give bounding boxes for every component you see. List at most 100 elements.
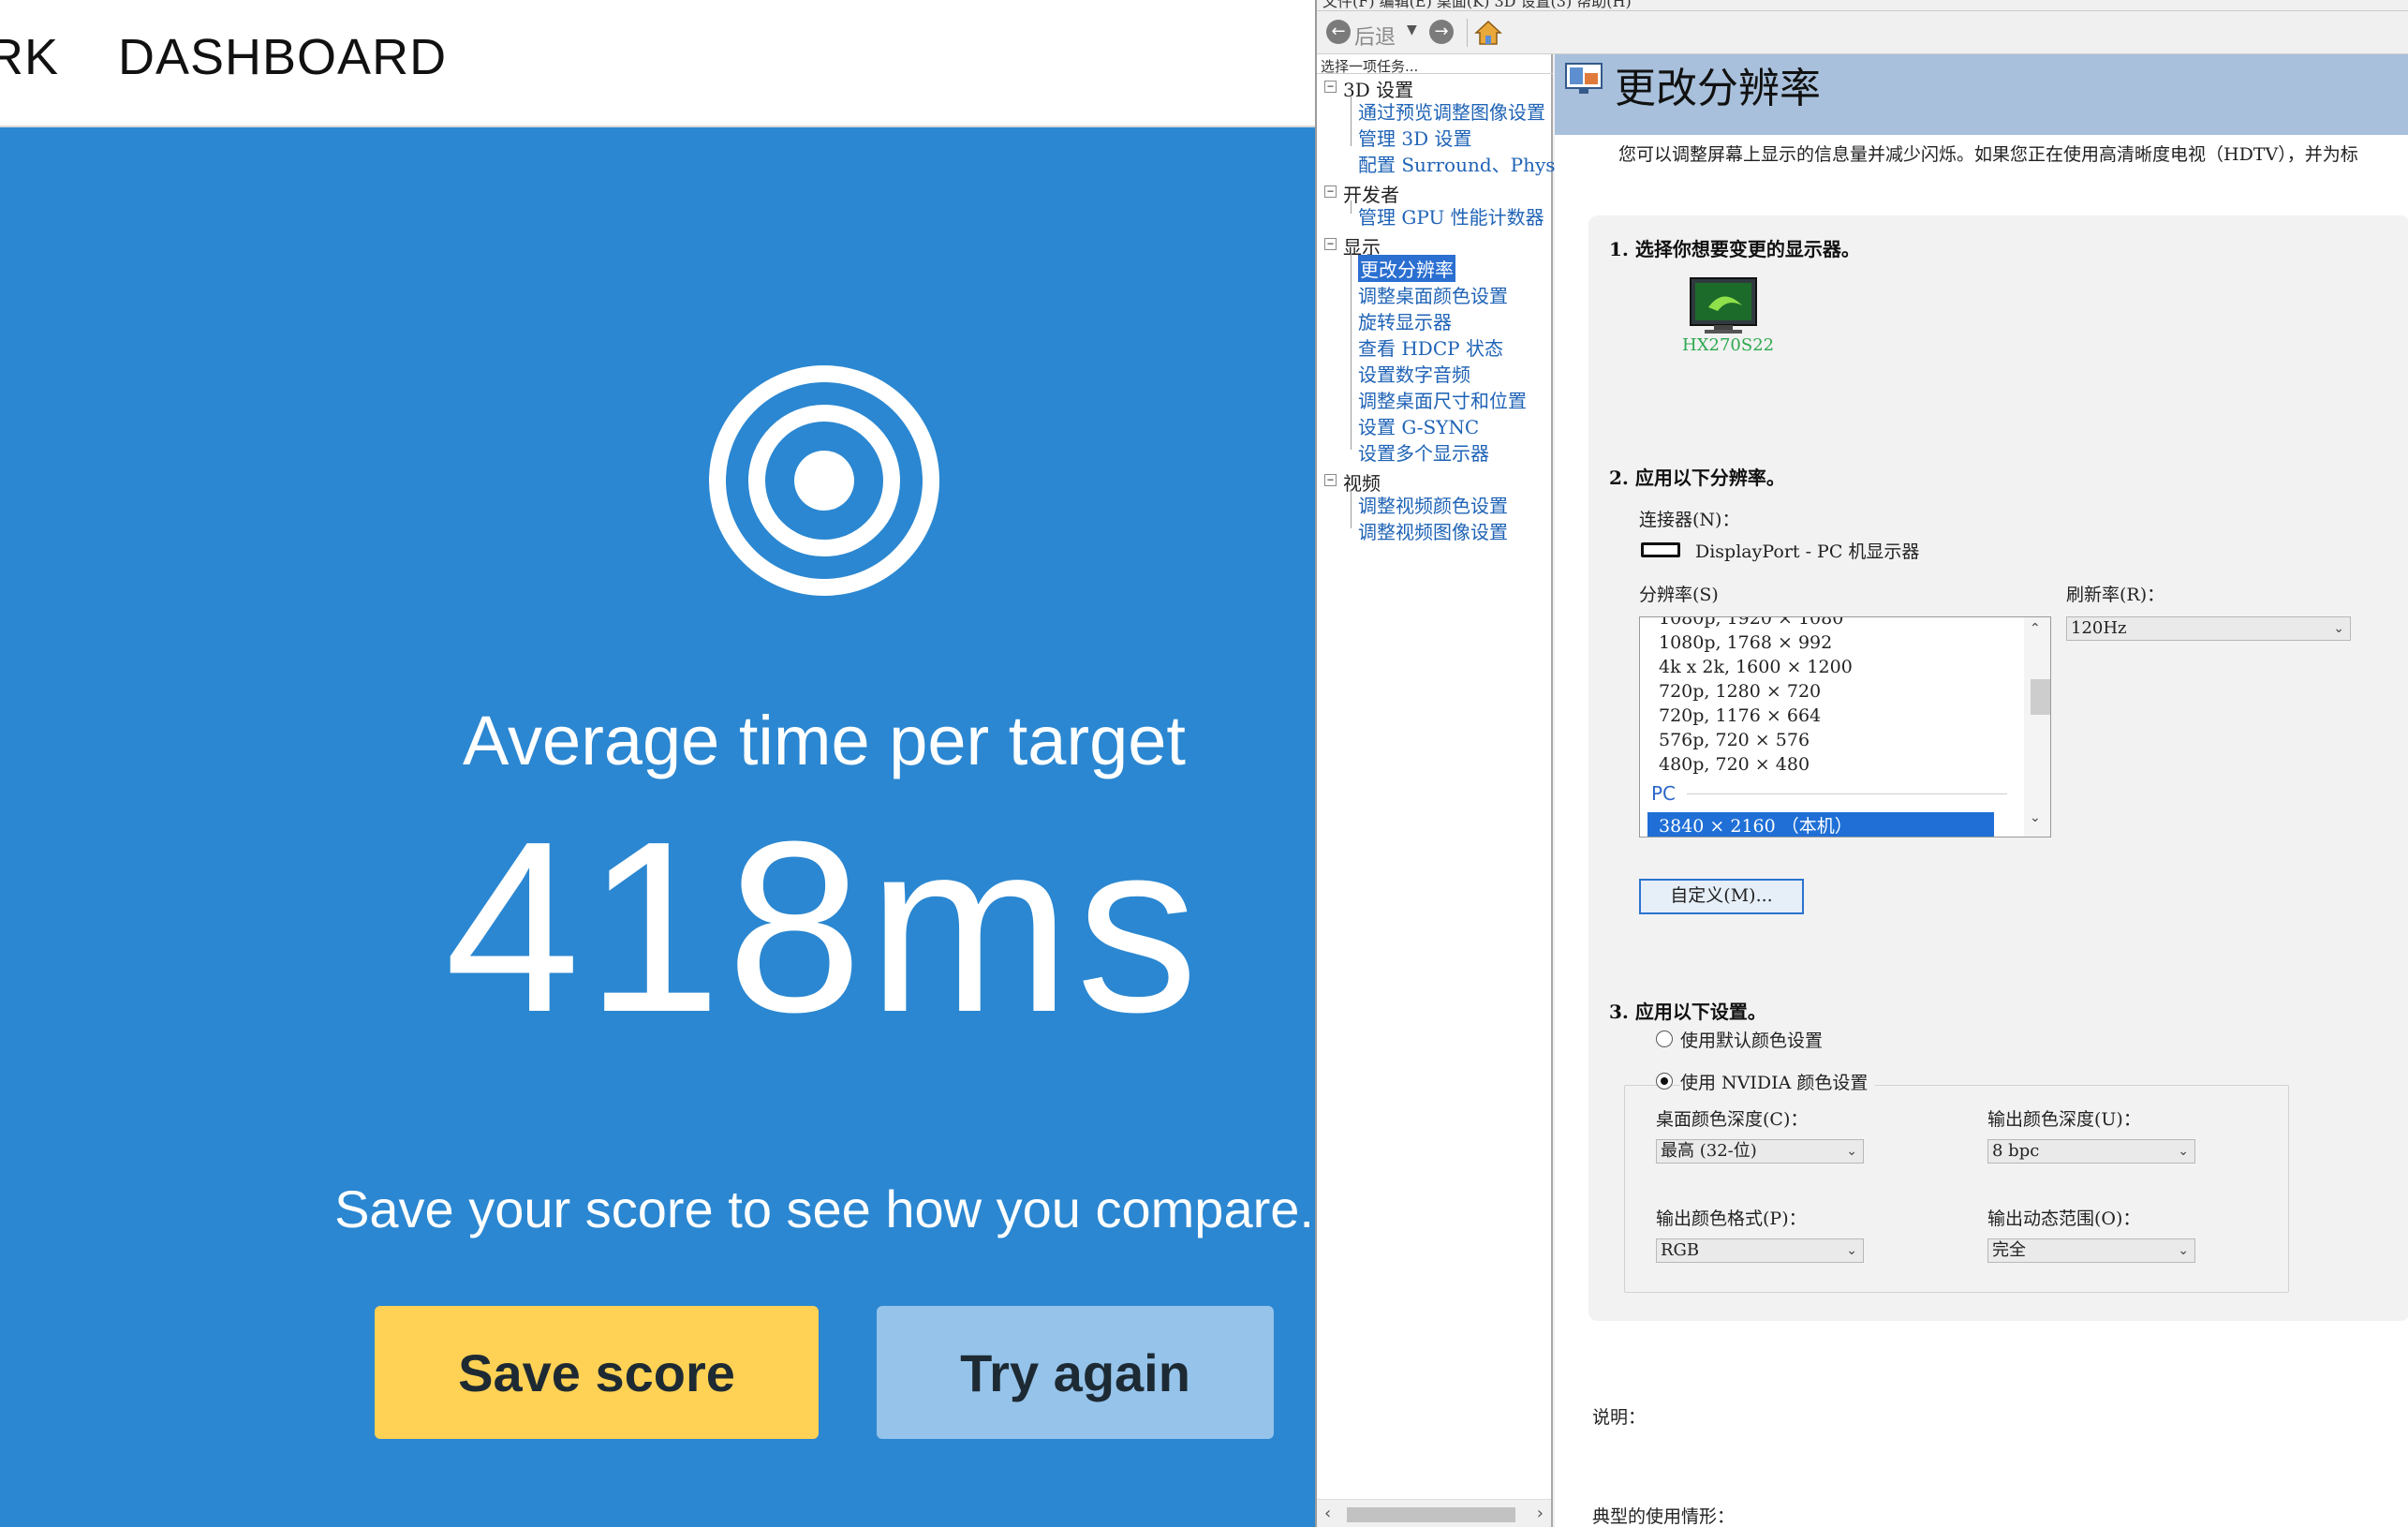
scroll-down-icon[interactable]: ⌄ xyxy=(2030,810,2041,825)
typical-usage-label: 典型的使用情形： xyxy=(1592,1506,1736,1527)
resolution-group-pc: PC xyxy=(1651,782,1677,805)
tree-item-hdcp-status[interactable]: 查看 HDCP 状态 xyxy=(1358,334,1503,361)
tree-item-rotate-display[interactable]: 旋转显示器 xyxy=(1358,307,1452,334)
tree-branch-line xyxy=(1351,253,1352,450)
output-depth-value: 8 bpc xyxy=(1992,1141,2040,1161)
tree-item-video-image[interactable]: 调整视频图像设置 xyxy=(1358,517,1508,544)
tree-branch-line xyxy=(1351,200,1352,214)
result-heading: Average time per target xyxy=(463,702,1186,779)
tree-branch-line xyxy=(1351,489,1352,528)
collapse-icon[interactable]: − xyxy=(1324,474,1337,486)
nav-link-dashboard[interactable]: DASHBOARD xyxy=(118,28,447,86)
radio-default-color[interactable] xyxy=(1656,1030,1673,1047)
desktop-depth-select[interactable]: 最高 (32-位) ⌄ xyxy=(1656,1139,1864,1164)
output-depth-select[interactable]: 8 bpc ⌄ xyxy=(1987,1139,2195,1164)
tree-item-gpu-counters[interactable]: 管理 GPU 性能计数器 xyxy=(1358,202,1544,230)
tree-item-preview-image[interactable]: 通过预览调整图像设置 xyxy=(1358,97,1545,125)
chevron-down-icon: ⌄ xyxy=(2178,1144,2189,1159)
description-label: 说明： xyxy=(1592,1407,1647,1428)
step-2-heading: 2. 应用以下分辨率。 xyxy=(1609,467,1785,489)
list-item[interactable]: 720p, 1280 × 720 xyxy=(1659,681,1821,702)
connector-label: 连接器(N)： xyxy=(1639,510,1740,530)
back-button-label[interactable]: 后退 xyxy=(1354,21,1396,51)
output-range-value: 完全 xyxy=(1992,1240,2026,1260)
page-banner: 更改分辨率 xyxy=(1555,54,2408,135)
nvidia-control-panel: 文件(F) 编辑(E) 桌面(K) 3D 设置(3) 帮助(H) ← 后退 ▼ … xyxy=(1315,0,2408,1527)
output-range-select[interactable]: 完全 ⌄ xyxy=(1987,1238,2195,1263)
output-range-label: 输出动态范围(O)： xyxy=(1987,1208,2141,1229)
scrollbar-thumb[interactable] xyxy=(1347,1507,1515,1522)
tree-item-desktop-size[interactable]: 调整桌面尺寸和位置 xyxy=(1358,386,1527,413)
toolbar: ← 后退 ▼ → xyxy=(1317,11,2408,54)
tree-horizontal-scrollbar[interactable]: ‹ › xyxy=(1317,1499,1551,1527)
tree-item-surround-physx[interactable]: 配置 Surround、Physx xyxy=(1358,150,1566,177)
tree-item-desktop-color[interactable]: 调整桌面颜色设置 xyxy=(1358,281,1508,308)
list-item[interactable]: 1080p, 1768 × 992 xyxy=(1659,632,1832,653)
back-icon[interactable]: ← xyxy=(1326,20,1351,44)
page-title: 更改分辨率 xyxy=(1615,65,1821,112)
output-format-select[interactable]: RGB ⌄ xyxy=(1656,1238,1864,1263)
tree-divider xyxy=(1317,73,1553,74)
forward-icon[interactable]: → xyxy=(1429,20,1454,44)
home-icon[interactable] xyxy=(1472,17,1504,49)
tree-item-video-color[interactable]: 调整视频颜色设置 xyxy=(1358,491,1508,518)
group-divider xyxy=(1687,793,2007,794)
step-3-heading: 3. 应用以下设置。 xyxy=(1609,1001,1766,1023)
output-format-label: 输出颜色格式(P)： xyxy=(1656,1208,1807,1229)
output-format-value: RGB xyxy=(1661,1240,1700,1260)
refresh-rate-value: 120Hz xyxy=(2071,618,2127,638)
displayport-icon xyxy=(1641,542,1680,557)
tree-item-manage-3d[interactable]: 管理 3D 设置 xyxy=(1358,124,1471,151)
connector-value: DisplayPort - PC 机显示器 xyxy=(1695,541,1920,562)
try-again-button[interactable]: Try again xyxy=(877,1306,1274,1439)
menu-bar[interactable]: 文件(F) 编辑(E) 桌面(K) 3D 设置(3) 帮助(H) xyxy=(1317,0,2408,11)
benchmark-page: RK DASHBOARD Average time per target 418… xyxy=(0,0,1315,1527)
step-1-heading: 1. 选择你想要变更的显示器。 xyxy=(1609,238,1860,260)
refresh-rate-select[interactable]: 120Hz ⌄ xyxy=(2066,616,2351,641)
list-item[interactable]: 576p, 720 × 576 xyxy=(1659,730,1810,750)
resolution-list[interactable]: 1080p, 1920 × 1080 1080p, 1768 × 992 4k … xyxy=(1639,616,2051,838)
radio-nvidia-color[interactable] xyxy=(1656,1073,1673,1090)
target-icon xyxy=(709,365,939,596)
save-score-button[interactable]: Save score xyxy=(375,1306,819,1439)
task-tree: 选择一项任务... − 3D 设置 通过预览调整图像设置 管理 3D 设置 配置… xyxy=(1317,54,1566,1527)
radio-nvidia-color-label[interactable]: 使用 NVIDIA 颜色设置 xyxy=(1680,1069,1876,1094)
chevron-down-icon: ⌄ xyxy=(1846,1243,1857,1258)
scroll-left-icon[interactable]: ‹ xyxy=(1324,1504,1331,1523)
content-pane: 更改分辨率 您可以调整屏幕上显示的信息量并减少闪烁。如果您正在使用高清晰度电视（… xyxy=(1555,54,2408,1527)
output-depth-label: 输出颜色深度(U)： xyxy=(1987,1109,2141,1130)
display-settings-icon xyxy=(1565,63,1603,94)
collapse-icon[interactable]: − xyxy=(1324,81,1337,93)
refresh-rate-label: 刷新率(R)： xyxy=(2066,585,2165,605)
customize-button[interactable]: 自定义(M)... xyxy=(1639,879,1804,914)
chevron-down-icon: ⌄ xyxy=(2333,621,2344,636)
chevron-down-icon: ⌄ xyxy=(2178,1243,2189,1258)
radio-default-color-label[interactable]: 使用默认颜色设置 xyxy=(1680,1027,1823,1052)
list-item[interactable]: 720p, 1176 × 664 xyxy=(1659,705,1821,726)
history-dropdown-icon[interactable]: ▼ xyxy=(1407,22,1417,37)
chevron-down-icon: ⌄ xyxy=(1846,1144,1857,1159)
intro-text: 您可以调整屏幕上显示的信息量并减少闪烁。如果您正在使用高清晰度电视（HDTV），… xyxy=(1618,144,2358,165)
tree-item-multiple-displays[interactable]: 设置多个显示器 xyxy=(1358,438,1489,466)
result-score: 418ms xyxy=(444,792,1204,1063)
resolution-list-scrollbar[interactable]: ⌃ ⌄ xyxy=(2024,617,2050,837)
tree-item-change-resolution[interactable]: 更改分辨率 xyxy=(1358,255,1455,282)
scroll-up-icon[interactable]: ⌃ xyxy=(2030,621,2041,636)
tree-item-gsync[interactable]: 设置 G-SYNC xyxy=(1358,412,1479,439)
collapse-icon[interactable]: − xyxy=(1324,185,1337,198)
tree-item-digital-audio[interactable]: 设置数字音频 xyxy=(1358,360,1470,387)
scroll-right-icon[interactable]: › xyxy=(1537,1504,1544,1523)
list-item[interactable]: 480p, 720 × 480 xyxy=(1659,754,1810,775)
tree-branch-line xyxy=(1351,96,1352,146)
top-nav-bar: RK DASHBOARD xyxy=(0,0,1315,127)
collapse-icon[interactable]: − xyxy=(1324,238,1337,250)
monitor-icon[interactable] xyxy=(1690,277,1757,335)
nav-link-benchmark[interactable]: RK xyxy=(0,28,59,86)
monitor-name[interactable]: HX270S22 xyxy=(1682,335,1774,355)
list-item[interactable]: 1080p, 1920 × 1080 xyxy=(1659,617,1843,629)
result-subtext: Save your score to see how you compare. xyxy=(334,1179,1314,1238)
selected-resolution[interactable]: 3840 × 2160 （本机） xyxy=(1647,812,1994,837)
resolution-label: 分辨率(S) xyxy=(1639,585,1719,605)
list-item[interactable]: 4k x 2k, 1600 × 1200 xyxy=(1659,657,1853,677)
scrollbar-thumb[interactable] xyxy=(2031,679,2050,715)
